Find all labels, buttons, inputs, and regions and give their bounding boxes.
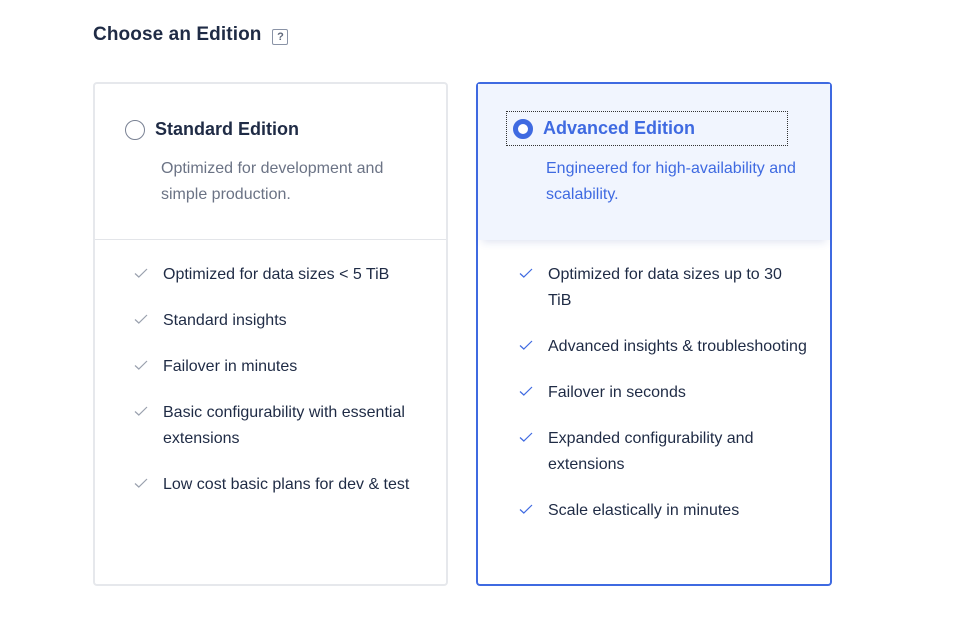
check-icon bbox=[516, 340, 536, 350]
edition-title: Standard Edition bbox=[155, 119, 299, 139]
radio-unselected-icon[interactable] bbox=[125, 119, 145, 140]
edition-chooser: Choose an Edition ? Standard Edition Opt… bbox=[0, 0, 972, 622]
check-icon bbox=[131, 360, 151, 370]
check-icon bbox=[516, 268, 536, 278]
list-item: Optimized for data sizes up to 30 TiB bbox=[516, 262, 816, 314]
help-icon[interactable]: ? bbox=[272, 28, 289, 45]
feature-text: Standard insights bbox=[163, 312, 287, 329]
feature-text: Scale elastically in minutes bbox=[548, 502, 740, 519]
check-icon bbox=[131, 314, 151, 324]
list-item: Failover in minutes bbox=[131, 354, 431, 380]
feature-list: Optimized for data sizes < 5 TiB Standar… bbox=[131, 262, 431, 518]
check-icon bbox=[131, 406, 151, 416]
feature-text: Expanded configurability and extensions bbox=[548, 430, 754, 473]
list-item: Basic configurability with essential ext… bbox=[131, 400, 431, 452]
edition-description: Engineered for high-availability and sca… bbox=[546, 160, 796, 203]
check-icon bbox=[516, 432, 536, 442]
feature-text: Basic configurability with essential ext… bbox=[163, 404, 405, 447]
feature-text: Optimized for data sizes up to 30 TiB bbox=[548, 266, 782, 309]
feature-text: Optimized for data sizes < 5 TiB bbox=[163, 266, 390, 283]
radio-selected-icon[interactable] bbox=[513, 118, 533, 139]
list-item: Failover in seconds bbox=[516, 380, 816, 406]
edition-description: Optimized for development and simple pro… bbox=[161, 160, 384, 203]
list-item: Optimized for data sizes < 5 TiB bbox=[131, 262, 431, 288]
list-item: Standard insights bbox=[131, 308, 431, 334]
check-icon bbox=[131, 268, 151, 278]
edition-card-standard[interactable]: Standard Edition Optimized for developme… bbox=[93, 82, 448, 586]
section-heading: Choose an Edition ? bbox=[93, 24, 289, 46]
list-item: Low cost basic plans for dev & test bbox=[131, 472, 431, 498]
feature-list: Optimized for data sizes up to 30 TiB Ad… bbox=[516, 262, 816, 544]
edition-card-advanced[interactable]: Advanced Edition Engineered for high-ava… bbox=[476, 82, 832, 586]
edition-title: Advanced Edition bbox=[543, 118, 696, 138]
check-icon bbox=[131, 478, 151, 488]
check-icon bbox=[516, 386, 536, 396]
check-icon bbox=[516, 504, 536, 514]
page-title: Choose an Edition bbox=[93, 24, 262, 45]
feature-text: Failover in seconds bbox=[548, 384, 686, 401]
edition-option-advanced[interactable]: Advanced Edition bbox=[506, 111, 788, 146]
list-item: Advanced insights & troubleshooting bbox=[516, 334, 816, 360]
edition-card-header: Advanced Edition Engineered for high-ava… bbox=[478, 84, 830, 240]
edition-card-header: Standard Edition Optimized for developme… bbox=[95, 84, 446, 240]
feature-text: Failover in minutes bbox=[163, 358, 298, 375]
list-item: Scale elastically in minutes bbox=[516, 498, 816, 524]
feature-text: Low cost basic plans for dev & test bbox=[163, 476, 410, 493]
feature-text: Advanced insights & troubleshooting bbox=[548, 338, 807, 355]
edition-option-standard[interactable]: Standard Edition bbox=[125, 119, 299, 140]
list-item: Expanded configurability and extensions bbox=[516, 426, 816, 478]
